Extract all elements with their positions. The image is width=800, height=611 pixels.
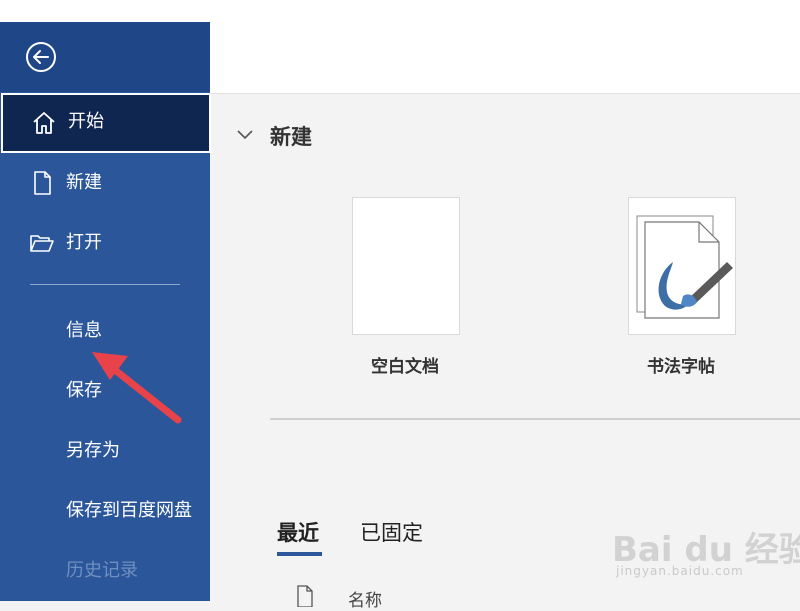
section-title: 新建 <box>270 125 312 149</box>
sidebar-item-save[interactable]: 保存 <box>66 376 102 402</box>
back-arrow-circle-icon[interactable] <box>25 41 57 73</box>
home-icon <box>33 112 55 134</box>
tab-pinned[interactable]: 已固定 <box>360 517 423 547</box>
template-calligraphy[interactable]: 书法字帖 <box>598 197 738 397</box>
section-divider <box>270 418 800 420</box>
sidebar-item-open[interactable]: 打开 <box>0 214 210 272</box>
calligraphy-brush-icon <box>636 215 733 319</box>
sidebar-item-new[interactable]: 新建 <box>0 154 210 212</box>
tab-recent[interactable]: 最近 <box>277 517 319 547</box>
sidebar-item-save-to-baidu-netdisk[interactable]: 保存到百度网盘 <box>66 496 192 522</box>
sidebar-item-history: 历史记录 <box>66 560 138 581</box>
watermark: Bai du 经验 jingyan.baidu.com <box>612 512 800 592</box>
sidebar-item-info[interactable]: 信息 <box>66 316 102 342</box>
main-header-area <box>210 0 800 94</box>
chevron-down-icon[interactable] <box>236 127 254 141</box>
folder-open-icon <box>30 235 54 252</box>
sidebar-header <box>0 22 210 92</box>
file-column-icon <box>297 585 313 607</box>
sidebar-item-label: 新建 <box>66 172 102 193</box>
template-thumbnail[interactable] <box>628 197 736 335</box>
active-tab-indicator <box>277 552 322 556</box>
watermark-url: jingyan.baidu.com <box>616 564 744 578</box>
template-label: 书法字帖 <box>647 357 715 377</box>
sidebar-item-save-as[interactable]: 另存为 <box>66 436 120 462</box>
sidebar-item-home[interactable]: 开始 <box>1 93 211 153</box>
backstage-sidebar: 开始 新建 打开 信息 保存 另存为 保存到百度网盘 历史记录 <box>0 22 211 601</box>
sidebar-divider <box>30 284 180 285</box>
document-icon <box>34 171 51 195</box>
sidebar-item-label: 开始 <box>68 111 104 132</box>
template-label: 空白文档 <box>371 357 439 377</box>
column-header-name[interactable]: 名称 <box>348 586 382 611</box>
template-blank-document[interactable]: 空白文档 <box>322 197 462 397</box>
template-thumbnail[interactable] <box>352 197 460 335</box>
sidebar-item-label: 打开 <box>66 232 102 253</box>
